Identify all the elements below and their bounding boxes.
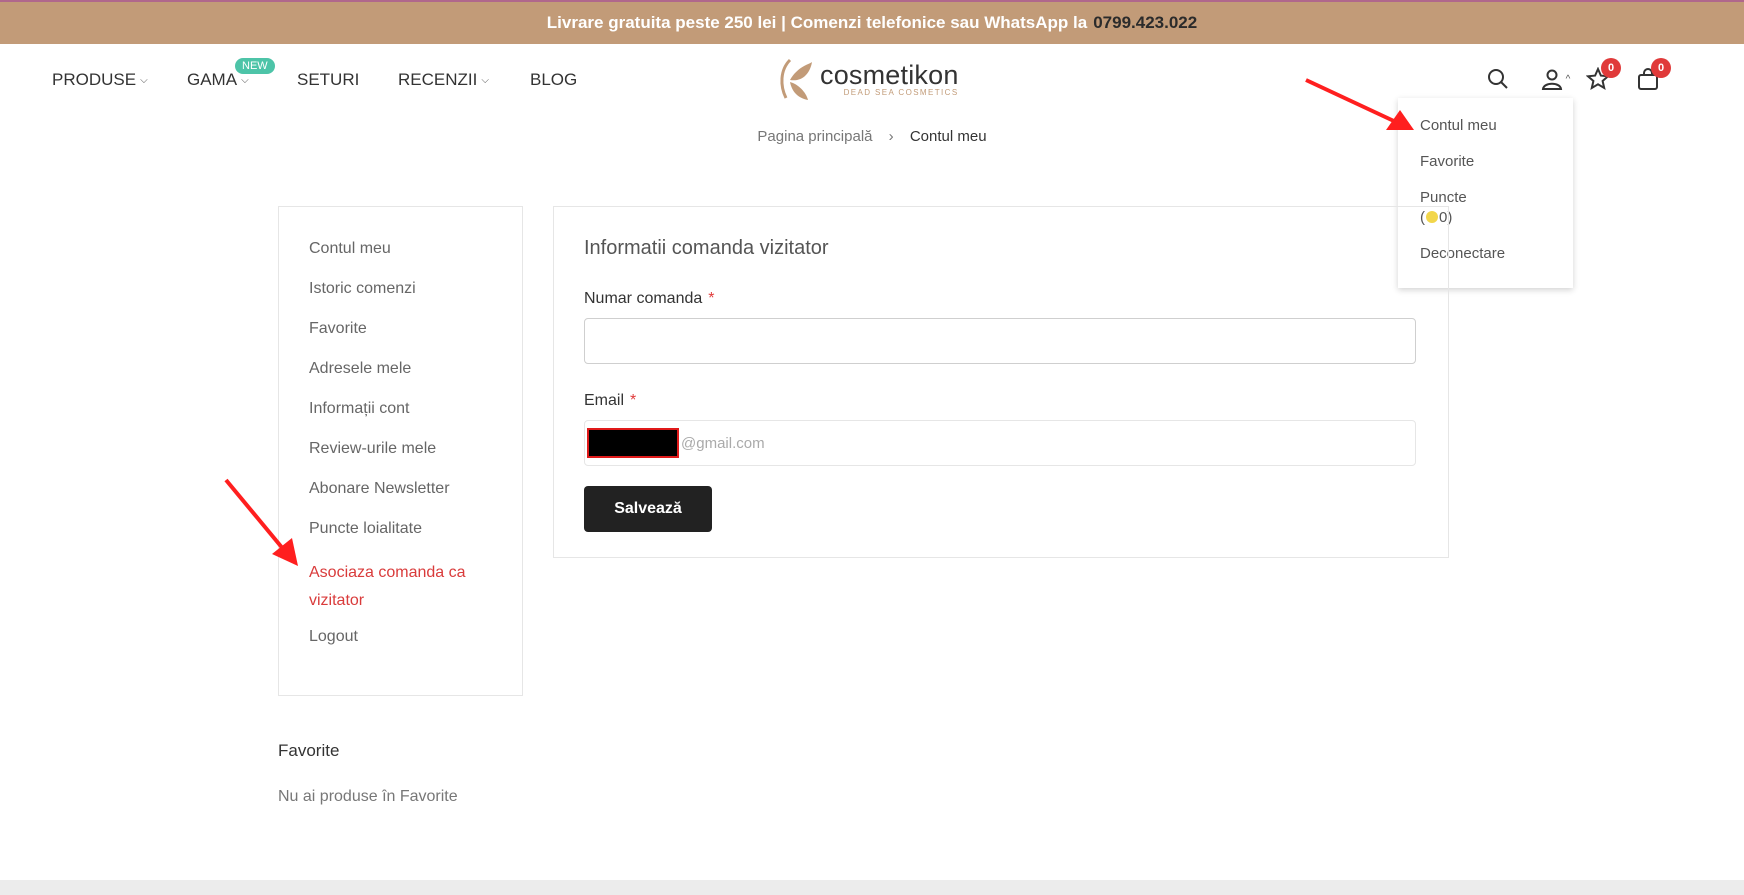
order-number-label-text: Numar comanda (584, 290, 703, 307)
site-logo[interactable]: cosmetikon DEAD SEA COSMETICS (776, 56, 959, 102)
order-number-label: Numar comanda * (584, 290, 1418, 308)
logo-text: cosmetikon DEAD SEA COSMETICS (820, 59, 959, 97)
chevron-down-icon: ⌵ (140, 74, 148, 86)
nav-label: RECENZII (398, 70, 478, 89)
new-badge: New (235, 58, 275, 74)
breadcrumb: Pagina principală › Contul meu (0, 128, 1744, 145)
promo-bar: Livrare gratuita peste 250 lei | Comenzi… (0, 0, 1744, 44)
account-sidebar: Contul meu Istoric comenzi Favorite Adre… (278, 206, 523, 696)
required-mark: * (708, 290, 715, 307)
wishlist-count-badge: 0 (1601, 58, 1621, 78)
leaf-logo-icon (776, 56, 816, 102)
nav-item-produse[interactable]: PRODUSE ⌵ (52, 70, 148, 90)
email-label-text: Email (584, 392, 625, 409)
account-button[interactable]: ^ (1535, 66, 1575, 92)
cart-count-badge: 0 (1651, 58, 1671, 78)
nav-label: SETURI (297, 70, 360, 89)
sidebar-item-asociaza-comanda[interactable]: Asociaza comanda ca vizitator (309, 559, 492, 627)
sidebar-item-adresele-mele[interactable]: Adresele mele (309, 359, 492, 399)
sidebar-item-newsletter[interactable]: Abonare Newsletter (309, 479, 492, 519)
points-label: Puncte (1420, 189, 1467, 206)
wishlist-button[interactable]: 0 (1585, 58, 1621, 92)
nav-item-gama[interactable]: GAMA ⌵ New (187, 58, 275, 90)
annotation-arrow-icon (1305, 78, 1414, 130)
sidebar-item-review-uri[interactable]: Review-urile mele (309, 439, 492, 479)
email-input[interactable]: @gmail.com (584, 420, 1416, 466)
chevron-down-icon: ⌵ (481, 74, 489, 86)
search-button[interactable] (1485, 66, 1511, 92)
dropdown-item-favorite[interactable]: Favorite (1420, 152, 1551, 172)
breadcrumb-current: Contul meu (909, 128, 987, 145)
redacted-block (587, 428, 679, 458)
order-number-input[interactable] (584, 318, 1416, 364)
nav-item-seturi[interactable]: SETURI (297, 70, 359, 90)
form-title: Informatii comanda vizitator (584, 237, 829, 259)
nav-item-blog[interactable]: BLOG (530, 70, 577, 90)
cart-button[interactable]: 0 (1635, 58, 1671, 92)
chevron-up-icon: ^ (1565, 73, 1571, 85)
email-domain: @gmail.com (681, 434, 765, 452)
promo-phone[interactable]: 0799.423.022 (1093, 13, 1197, 33)
promo-text: Livrare gratuita peste 250 lei | Comenzi… (546, 13, 1088, 32)
chevron-down-icon: ⌵ (241, 74, 249, 86)
user-icon (1541, 69, 1562, 90)
sidebar-item-contul-meu[interactable]: Contul meu (309, 239, 492, 279)
logo-name: cosmetikon (820, 59, 959, 90)
sidebar-item-puncte-loialitate[interactable]: Puncte loialitate (309, 519, 492, 559)
required-mark: * (630, 392, 637, 409)
email-label: Email * (584, 392, 1418, 410)
guest-order-form: Informatii comanda vizitator Numar coman… (553, 206, 1449, 558)
favorites-title: Favorite (278, 741, 340, 760)
sidebar-item-favorite[interactable]: Favorite (309, 319, 492, 359)
search-icon (1488, 69, 1508, 89)
footer-strip (0, 880, 1744, 895)
favorites-empty-text: Nu ai produse în Favorite (278, 788, 458, 805)
save-button[interactable]: Salvează (584, 486, 712, 532)
nav-label: GAMA (187, 70, 238, 89)
breadcrumb-home[interactable]: Pagina principală (757, 128, 872, 145)
nav-item-recenzii[interactable]: RECENZII ⌵ (398, 70, 489, 90)
sidebar-item-logout[interactable]: Logout (309, 627, 492, 667)
breadcrumb-separator: › (888, 128, 894, 145)
nav-label: PRODUSE (52, 70, 137, 89)
nav-label: BLOG (530, 70, 578, 89)
annotation-arrow-icon (224, 478, 298, 566)
sidebar-item-informatii-cont[interactable]: Informații cont (309, 399, 492, 439)
sidebar-item-istoric-comenzi[interactable]: Istoric comenzi (309, 279, 492, 319)
